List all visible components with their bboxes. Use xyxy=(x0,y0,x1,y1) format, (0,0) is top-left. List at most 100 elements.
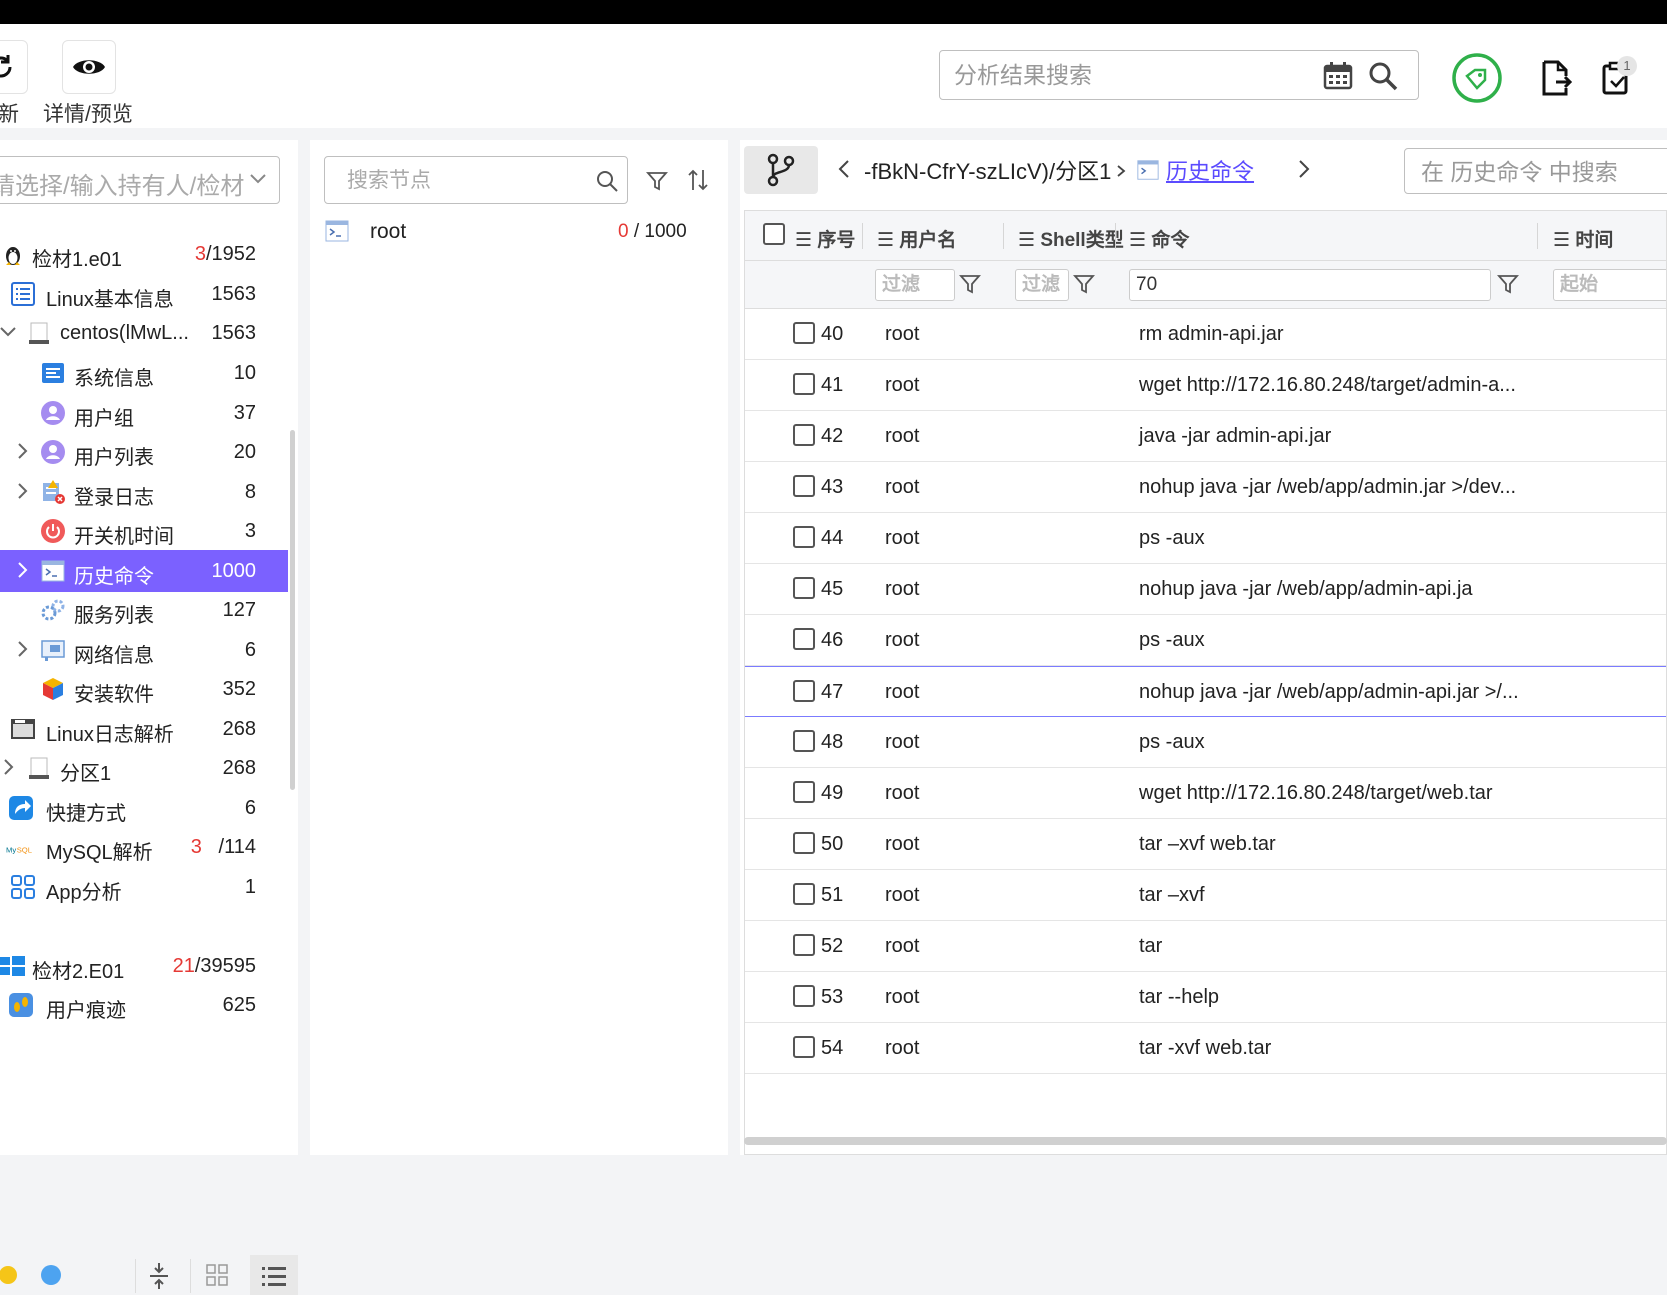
detail-preview-button[interactable] xyxy=(62,40,116,94)
col-cmd[interactable]: ☰ 命令 xyxy=(1129,225,1189,252)
chevron-right-icon[interactable] xyxy=(1296,158,1312,180)
time-filter-input[interactable] xyxy=(1560,273,1666,297)
row-checkbox[interactable] xyxy=(793,577,815,599)
filter-icon[interactable] xyxy=(1497,273,1519,295)
tree-item-evidence1[interactable]: 检材1.e01 3/1952 xyxy=(0,233,288,275)
chevron-right-icon[interactable] xyxy=(14,639,30,659)
chevron-right-icon[interactable] xyxy=(14,441,30,461)
col-seq[interactable]: ☰ 序号 xyxy=(795,225,855,252)
chevron-right-icon xyxy=(1117,165,1126,177)
analysis-search-input[interactable] xyxy=(954,59,1284,91)
chevron-down-icon[interactable] xyxy=(0,322,16,342)
network-card-icon xyxy=(41,640,65,661)
select-all-checkbox[interactable] xyxy=(763,223,785,245)
chevron-right-icon[interactable] xyxy=(14,481,30,501)
tree-item-power-time[interactable]: 开关机时间 3 xyxy=(0,510,288,552)
table-row[interactable]: 52 root tar xyxy=(745,921,1666,972)
tree-item-history-commands[interactable]: 历史命令 1000 xyxy=(0,550,288,592)
table-row-selected[interactable]: 47 root nohup java -jar /web/app/admin-api… xyxy=(745,666,1666,717)
row-checkbox[interactable] xyxy=(793,781,815,803)
table-row[interactable]: 50 root tar –xvf web.tar xyxy=(745,819,1666,870)
branch-button[interactable] xyxy=(744,146,818,194)
list-view-button[interactable] xyxy=(250,1255,298,1295)
tree-item-login-log[interactable]: 登录日志 8 xyxy=(0,471,288,513)
yellow-dot-icon[interactable] xyxy=(0,1265,20,1285)
status-check-icon[interactable] xyxy=(1451,52,1503,104)
tree-scrollbar[interactable] xyxy=(290,430,295,790)
row-checkbox[interactable] xyxy=(793,424,815,446)
table-horizontal-scrollbar[interactable] xyxy=(744,1137,1667,1145)
table-row[interactable]: 40 root rm admin-api.jar xyxy=(745,309,1666,360)
row-checkbox[interactable] xyxy=(793,475,815,497)
tree-item-user-traces[interactable]: 用户痕迹 625 xyxy=(0,984,288,1026)
search-icon[interactable] xyxy=(595,169,619,193)
tree-item-service-list[interactable]: 服务列表 127 xyxy=(0,589,288,631)
tree-item-network-info[interactable]: 网络信息 6 xyxy=(0,629,288,671)
filter-icon[interactable] xyxy=(646,170,668,192)
calendar-icon[interactable] xyxy=(1322,61,1354,91)
tree-item-user-list[interactable]: 用户列表 20 xyxy=(0,431,288,473)
row-checkbox[interactable] xyxy=(793,322,815,344)
chevron-right-icon[interactable] xyxy=(14,560,30,580)
row-checkbox[interactable] xyxy=(793,373,815,395)
tree-item-user-group[interactable]: 用户组 37 xyxy=(0,392,288,434)
row-checkbox[interactable] xyxy=(793,985,815,1007)
table-row[interactable]: 49 root wget http://172.16.80.248/target/w… xyxy=(745,768,1666,819)
row-checkbox[interactable] xyxy=(793,832,815,854)
history-search-input[interactable] xyxy=(1421,157,1667,187)
table-row[interactable]: 45 root nohup java -jar /web/app/admin-api… xyxy=(745,564,1666,615)
row-checkbox[interactable] xyxy=(793,883,815,905)
row-checkbox[interactable] xyxy=(793,680,815,702)
search-icon[interactable] xyxy=(1366,59,1400,93)
window-top-strip xyxy=(0,0,1667,24)
tree-item-evidence2[interactable]: 检材2.E01 21/39595 xyxy=(0,945,288,987)
owner-select[interactable]: 请选择/输入持有人/检材 xyxy=(0,156,280,204)
table-row[interactable]: 53 root tar --help xyxy=(745,972,1666,1023)
node-search-input[interactable] xyxy=(347,166,577,196)
row-checkbox[interactable] xyxy=(793,934,815,956)
col-user[interactable]: ☰ 用户名 xyxy=(877,225,956,252)
tree-item-mysql[interactable]: My SQL MySQL解析 3 /114 xyxy=(0,826,288,868)
user-filter-box xyxy=(875,269,955,301)
row-checkbox[interactable] xyxy=(793,1036,815,1058)
col-time[interactable]: ☰ 时间 xyxy=(1553,225,1613,252)
filter-icon[interactable] xyxy=(959,273,981,295)
cmd-filter-input[interactable] xyxy=(1136,273,1460,297)
blue-dot-icon[interactable] xyxy=(40,1265,62,1287)
filter-icon[interactable] xyxy=(1073,273,1095,295)
table-row[interactable]: 43 root nohup java -jar /web/app/admin.jar… xyxy=(745,462,1666,513)
tree-item-linux-log[interactable]: Linux日志解析 268 xyxy=(0,708,288,750)
row-checkbox[interactable] xyxy=(793,628,815,650)
table-row[interactable]: 51 root tar –xvf xyxy=(745,870,1666,921)
tree-item-partition1[interactable]: 分区1 268 xyxy=(0,747,288,789)
chevron-right-icon[interactable] xyxy=(0,757,16,777)
col-shell[interactable]: ☰ Shell类型 xyxy=(1018,225,1124,252)
svg-text:SQL: SQL xyxy=(17,845,32,854)
sort-icon[interactable] xyxy=(686,168,710,192)
chevron-left-icon[interactable] xyxy=(836,158,852,180)
table-row[interactable]: 54 root tar -xvf web.tar xyxy=(745,1023,1666,1074)
table-row[interactable]: 48 root ps -aux xyxy=(745,717,1666,768)
user-filter-input[interactable] xyxy=(882,273,953,297)
shell-filter-input[interactable] xyxy=(1022,273,1069,297)
breadcrumb-current[interactable]: 历史命令 xyxy=(1166,154,1254,186)
tree-item-system-info[interactable]: 系统信息 10 xyxy=(0,352,288,394)
grid-view-icon[interactable] xyxy=(205,1263,229,1287)
export-file-icon[interactable] xyxy=(1538,58,1574,98)
table-filter-row xyxy=(745,261,1666,309)
table-row[interactable]: 42 root java -jar admin-api.jar xyxy=(745,411,1666,462)
tree-item-linux-basic[interactable]: Linux基本信息 1563 xyxy=(0,273,288,315)
tree-item-centos[interactable]: centos(lMwL... 1563 xyxy=(0,312,288,354)
row-checkbox[interactable] xyxy=(793,730,815,752)
table-row[interactable]: 46 root ps -aux xyxy=(745,615,1666,666)
collapse-icon[interactable] xyxy=(148,1261,170,1291)
node-root[interactable]: root 0 / 1000 xyxy=(310,214,728,250)
tree-item-app-analysis[interactable]: App分析 1 xyxy=(0,866,288,908)
tree-item-installed-software[interactable]: 安装软件 352 xyxy=(0,668,288,710)
table-row[interactable]: 44 root ps -aux xyxy=(745,513,1666,564)
refresh-button[interactable] xyxy=(0,40,28,94)
table-row[interactable]: 41 root wget http://172.16.80.248/target/a… xyxy=(745,360,1666,411)
row-checkbox[interactable] xyxy=(793,526,815,548)
tree-item-shortcuts[interactable]: 快捷方式 6 xyxy=(0,787,288,829)
breadcrumb-path[interactable]: -fBkN-CfrY-szLIcV)/分区1 xyxy=(864,154,1111,186)
